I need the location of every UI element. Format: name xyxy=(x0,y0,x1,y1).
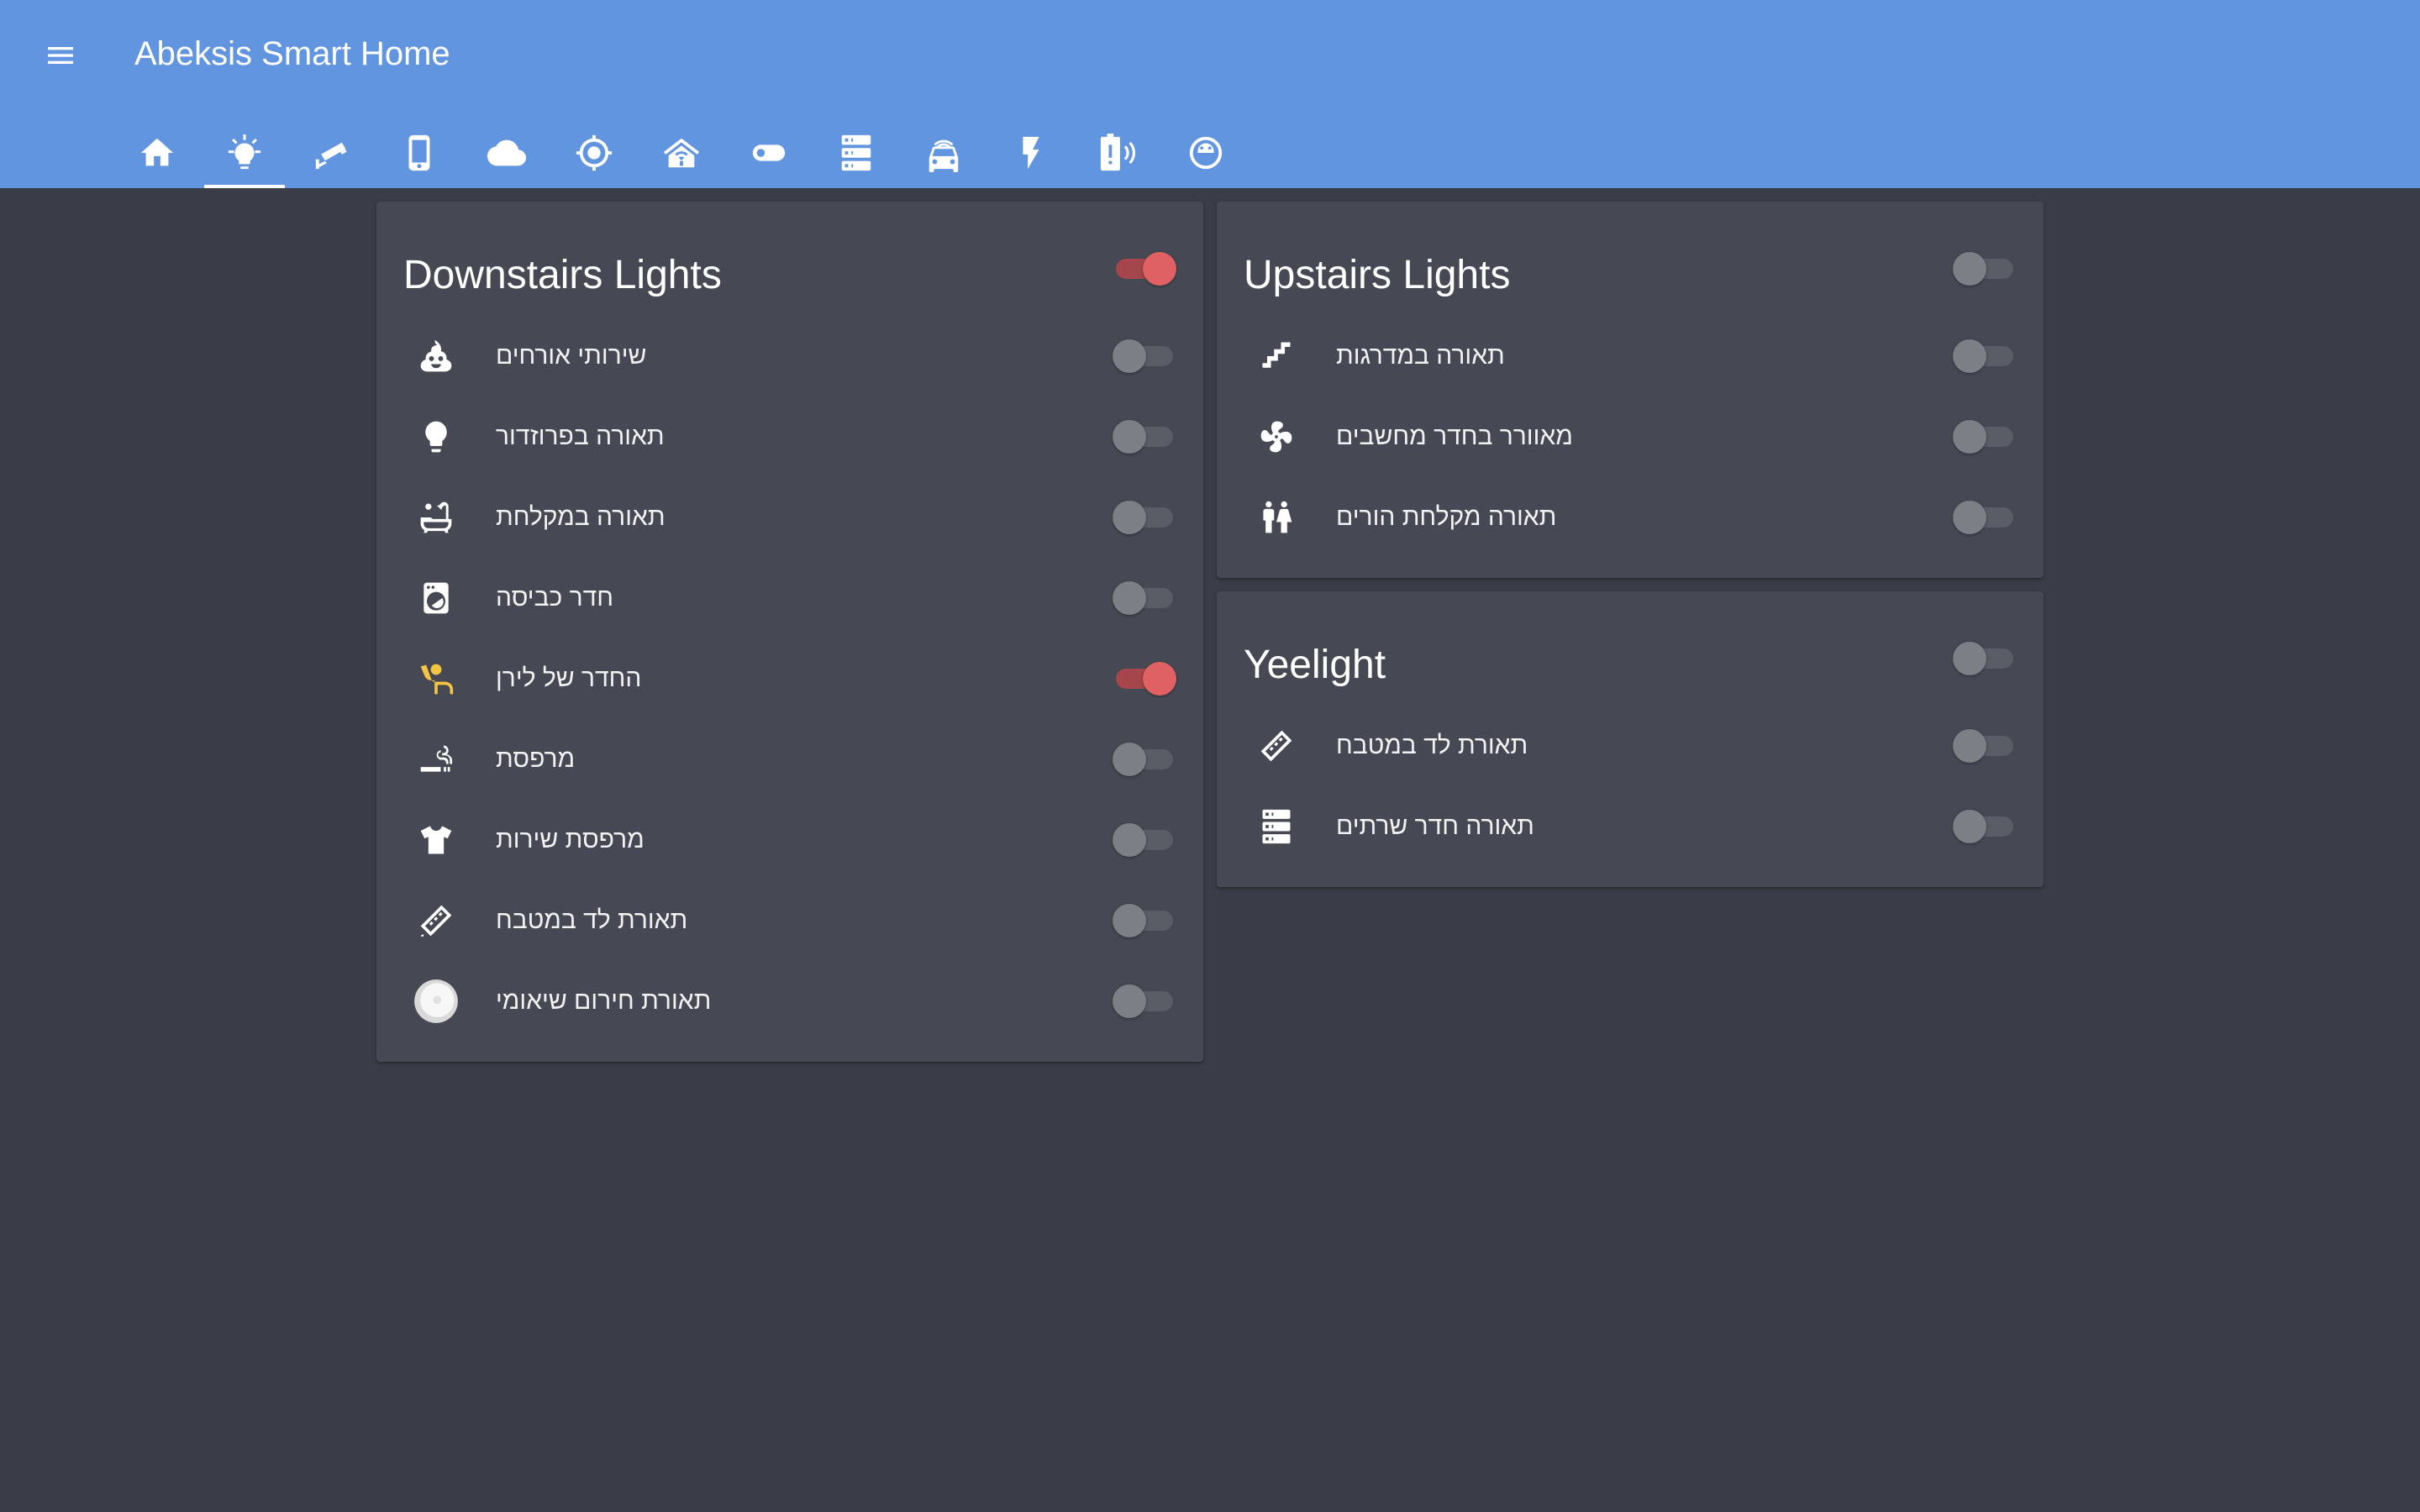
menu-icon xyxy=(48,47,73,64)
light-row-stairs: תאורה במדרגות xyxy=(1217,316,2044,396)
yeelight-card: Yeelight תאורת לד במטבח תאורה חדר שרתים xyxy=(1217,591,2044,887)
tab-location[interactable] xyxy=(550,118,638,188)
row-label: מאוורר בחדר מחשבים xyxy=(1336,423,1573,450)
home-icon xyxy=(140,138,174,166)
light-row-xiaomi-emergency: תאורת חירום שיאומי xyxy=(376,961,1203,1042)
row-toggle[interactable] xyxy=(1113,984,1176,1018)
light-row-liran-room: החדר של לירן xyxy=(376,638,1203,719)
row-label: תאורת חירום שיאומי xyxy=(496,987,712,1015)
tab-car[interactable] xyxy=(900,118,987,188)
row-label: תאורה במדרגות xyxy=(1336,342,1505,370)
row-label: תאורה בפרוזדור xyxy=(496,423,665,450)
view-tabs xyxy=(113,118,1249,188)
battery-alert-icon xyxy=(1100,134,1136,171)
tab-home[interactable] xyxy=(113,118,201,188)
row-toggle[interactable] xyxy=(1113,339,1176,373)
card-title: Upstairs Lights xyxy=(1244,253,1511,297)
upstairs-lights-card: Upstairs Lights תאורה במדרגות מאוורר בחד… xyxy=(1217,202,2044,578)
row-toggle[interactable] xyxy=(1113,581,1176,615)
row-toggle[interactable] xyxy=(1113,662,1176,696)
lightbulb-icon xyxy=(228,134,261,170)
light-row-server-room: תאורה חדר שרתים xyxy=(1217,786,2044,867)
row-toggle[interactable] xyxy=(1953,420,2017,454)
cctv-camera-icon xyxy=(315,142,347,170)
cloud-icon xyxy=(487,139,526,166)
xiaomi-light-image xyxy=(413,979,459,1024)
robot-vacuum-icon xyxy=(1189,136,1223,170)
upstairs-group-toggle[interactable] xyxy=(1953,252,2017,286)
tab-devices[interactable] xyxy=(376,118,463,188)
human-male-female-icon xyxy=(1254,495,1299,540)
card-title: Yeelight xyxy=(1244,643,1386,687)
smoking-icon xyxy=(413,737,459,782)
row-label: תאורת לד במטבח xyxy=(1336,732,1528,759)
row-label: תאורה מקלחת הורים xyxy=(1336,503,1557,531)
tshirt-icon xyxy=(413,817,459,863)
flash-icon xyxy=(1023,136,1039,170)
bathtub-icon xyxy=(413,495,459,540)
yeelight-group-toggle[interactable] xyxy=(1953,642,2017,675)
tab-lights[interactable] xyxy=(201,118,288,188)
tab-network[interactable] xyxy=(638,118,725,188)
row-label: תאורת לד במטבח xyxy=(496,906,688,934)
toggle-icon xyxy=(752,144,786,161)
server-icon xyxy=(841,134,871,171)
row-toggle[interactable] xyxy=(1953,810,2017,843)
tab-battery[interactable] xyxy=(1075,118,1162,188)
row-toggle[interactable] xyxy=(1953,501,2017,534)
car-connected-icon xyxy=(929,139,959,172)
row-label: תאורה במקלחת xyxy=(496,503,666,531)
downstairs-group-toggle[interactable] xyxy=(1113,252,1176,286)
row-label: חדר כביסה xyxy=(496,584,614,612)
card-title: Downstairs Lights xyxy=(403,253,722,297)
row-toggle[interactable] xyxy=(1113,501,1176,534)
stairs-icon xyxy=(1254,333,1299,379)
led-strip-icon xyxy=(1254,723,1299,769)
fan-icon xyxy=(1254,414,1299,459)
light-row-balcony: מרפסת xyxy=(376,719,1203,800)
light-row-kitchen-led: תאורת לד במטבח xyxy=(1217,706,2044,786)
row-label: תאורה חדר שרתים xyxy=(1336,812,1534,840)
tab-weather[interactable] xyxy=(463,118,550,188)
light-row-guest-toilet: שירותי אורחים xyxy=(376,316,1203,396)
row-label: החדר של לירן xyxy=(496,664,642,692)
row-toggle[interactable] xyxy=(1113,743,1176,776)
app-title: Abeksis Smart Home xyxy=(134,35,450,72)
row-label: מרפסת xyxy=(496,745,576,773)
row-toggle[interactable] xyxy=(1953,339,2017,373)
lightbulb-icon xyxy=(413,414,459,459)
row-label: שירותי אורחים xyxy=(496,342,647,370)
row-label: מרפסת שירות xyxy=(496,826,644,853)
downstairs-lights-card: Downstairs Lights שירותי אורחים תאורה בפ… xyxy=(376,202,1203,1062)
emoticon-poop-icon xyxy=(413,333,459,379)
human-greeting-icon xyxy=(413,656,459,701)
row-toggle[interactable] xyxy=(1113,823,1176,857)
app-header: Abeksis Smart Home xyxy=(0,0,2420,188)
washing-machine-icon xyxy=(413,575,459,621)
menu-button[interactable] xyxy=(39,34,82,77)
light-row-kitchen-led: תאורת לד במטבח xyxy=(376,880,1203,961)
light-row-computer-room-fan: מאוורר בחדר מחשבים xyxy=(1217,396,2044,477)
crosshairs-gps-icon xyxy=(576,134,613,171)
row-toggle[interactable] xyxy=(1113,904,1176,937)
row-toggle[interactable] xyxy=(1953,729,2017,763)
tab-vacuum[interactable] xyxy=(1162,118,1249,188)
phone-icon xyxy=(408,134,430,171)
light-row-service-balcony: מרפסת שירות xyxy=(376,800,1203,880)
light-row-laundry: חדר כביסה xyxy=(376,558,1203,638)
server-icon xyxy=(1254,804,1299,849)
led-strip-icon xyxy=(413,898,459,943)
light-row-shower: תאורה במקלחת xyxy=(376,477,1203,558)
home-wifi-icon xyxy=(663,138,700,168)
tab-servers[interactable] xyxy=(813,118,900,188)
light-row-parents-shower: תאורה מקלחת הורים xyxy=(1217,477,2044,558)
tab-switches[interactable] xyxy=(725,118,813,188)
tab-power[interactable] xyxy=(987,118,1075,188)
tab-cameras[interactable] xyxy=(288,118,376,188)
row-toggle[interactable] xyxy=(1113,420,1176,454)
light-row-corridor: תאורה בפרוזדור xyxy=(376,396,1203,477)
